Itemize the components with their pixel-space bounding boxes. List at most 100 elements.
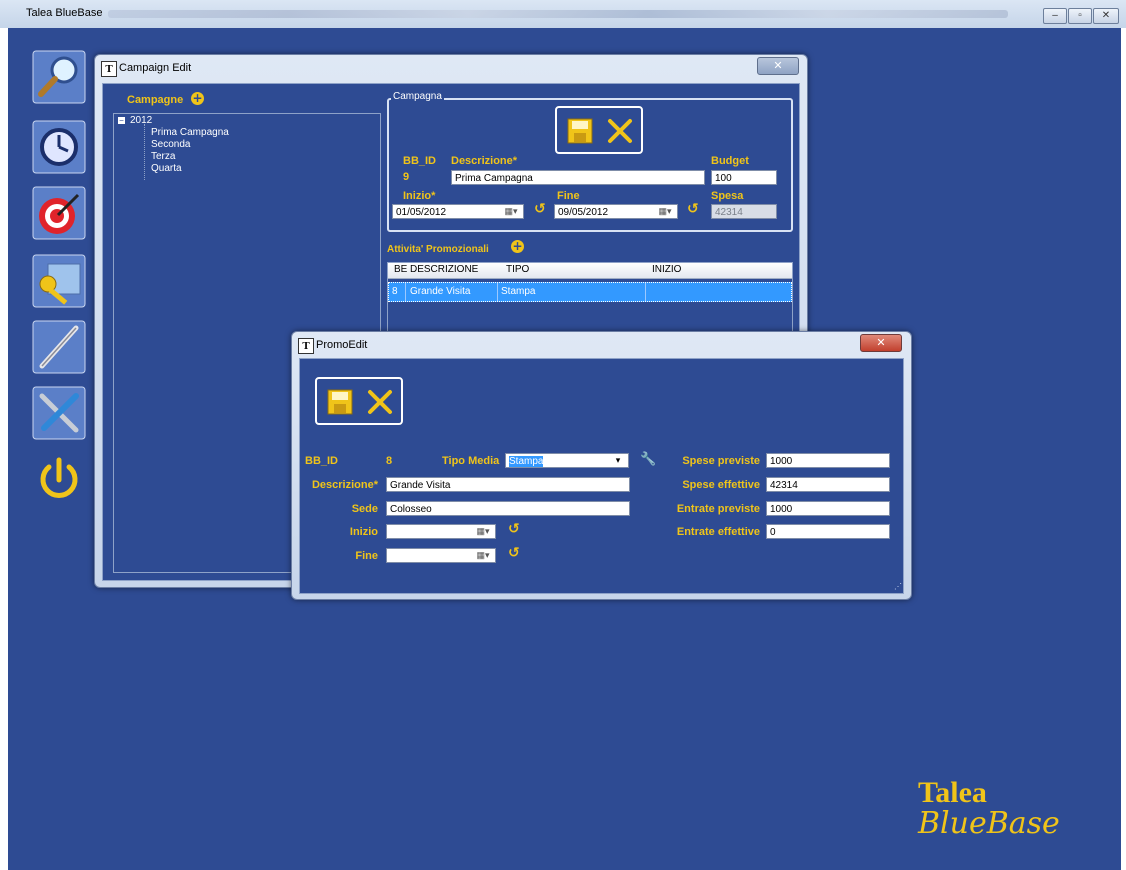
sede-label: Sede	[351, 503, 378, 515]
row-id: 8	[392, 286, 398, 297]
save-icon[interactable]	[567, 118, 593, 144]
tree-item[interactable]: Terza	[151, 151, 175, 162]
fine-label: Fine	[557, 190, 580, 202]
sede-input[interactable]: Colosseo	[386, 501, 630, 516]
target-icon[interactable]	[32, 186, 86, 240]
collapse-icon[interactable]: −	[118, 117, 125, 125]
descrizione-input[interactable]: Prima Campagna	[451, 170, 705, 185]
add-campagna-button[interactable]: +	[191, 92, 204, 105]
minimize-button[interactable]: –	[1043, 8, 1067, 24]
column-header[interactable]: INIZIO	[652, 264, 681, 275]
promo-edit-window: T PromoEdit ✕ BB_ID 8 Tipo Media Stampa …	[291, 331, 912, 600]
resize-grip-icon[interactable]: ⋰	[894, 582, 902, 591]
save-icon[interactable]	[327, 389, 353, 415]
spese-effettive-input[interactable]: 42314	[766, 477, 890, 492]
inizio-label: Inizio	[349, 526, 378, 538]
column-header[interactable]: DESCRIZIONE	[410, 264, 478, 275]
calendar-dropdown-icon[interactable]: ▦▾	[501, 205, 521, 218]
descrizione-input[interactable]: Grande Visita	[386, 477, 630, 492]
row-tipo: Stampa	[501, 286, 536, 297]
inizio-date-field[interactable]: 01/05/2012 ▦▾	[392, 204, 524, 219]
desktop-area: Talea BlueBase T Campaign Edit ✕ Campagn…	[8, 28, 1121, 870]
promo-edit-client: BB_ID 8 Tipo Media Stampa ▾ 🔧 Descrizion…	[299, 358, 904, 594]
reset-inizio-icon[interactable]: ↺	[534, 201, 546, 217]
campagna-group: Campagna BB_ID 9 Descrizione* Prima Camp…	[387, 91, 793, 232]
save-cancel-box	[315, 377, 403, 425]
app-title: Talea BlueBase	[26, 7, 103, 19]
spese-effettive-label: Spese effettive	[682, 479, 760, 491]
tools-icon[interactable]	[32, 386, 86, 440]
calendar-dropdown-icon[interactable]: ▦▾	[473, 549, 493, 562]
tipo-media-select[interactable]: Stampa ▾	[505, 453, 629, 468]
spesa-label: Spesa	[711, 190, 744, 202]
campagne-label: Campagne	[127, 94, 184, 106]
inizio-date-field[interactable]: ▦▾	[386, 524, 496, 539]
window-app-icon: T	[101, 61, 117, 77]
inizio-date-value: 01/05/2012	[396, 207, 447, 218]
close-button[interactable]: ✕	[757, 57, 799, 75]
row-descrizione: Grande Visita	[410, 286, 471, 297]
entrate-previste-label: Entrate previste	[676, 503, 760, 515]
grid-header: BE DESCRIZIONE TIPO INIZIO	[388, 263, 792, 279]
column-header[interactable]: BE	[394, 264, 407, 275]
search-icon[interactable]	[32, 50, 86, 104]
tree-year[interactable]: 2012	[130, 115, 152, 126]
descrizione-label: Descrizione*	[311, 479, 378, 491]
talea-logo: Talea BlueBase	[918, 776, 1060, 841]
tree-item[interactable]: Seconda	[151, 139, 190, 150]
title-bar: Talea BlueBase – ▫ ✕	[0, 0, 1126, 28]
bb-id-value: 9	[403, 171, 410, 183]
wrench-icon[interactable]: 🔧	[640, 451, 656, 467]
bb-id-label: BB_ID	[403, 155, 437, 167]
logo-line1: Talea	[918, 776, 987, 809]
add-attivita-button[interactable]: +	[511, 240, 524, 253]
tipo-media-label: Tipo Media	[442, 455, 500, 467]
pen-icon[interactable]	[32, 320, 86, 374]
clock-icon[interactable]	[32, 120, 86, 174]
keys-folder-icon[interactable]	[32, 254, 86, 308]
window-title: PromoEdit	[316, 339, 368, 351]
logo-line2: BlueBase	[918, 806, 1060, 841]
cancel-icon[interactable]	[607, 117, 633, 145]
fine-date-field[interactable]: ▦▾	[386, 548, 496, 563]
entrate-previste-input[interactable]: 1000	[766, 501, 890, 516]
fine-date-value: 09/05/2012	[558, 207, 609, 218]
budget-label: Budget	[711, 155, 749, 167]
tree-item[interactable]: Prima Campagna	[151, 127, 229, 138]
reset-fine-icon[interactable]: ↺	[508, 545, 520, 561]
table-row[interactable]: 8 Grande Visita Stampa	[388, 282, 792, 302]
tree-line	[144, 124, 146, 180]
bb-id-label: BB_ID	[305, 455, 339, 467]
maximize-button[interactable]: ▫	[1068, 8, 1092, 24]
app-window: Talea BlueBase – ▫ ✕ Talea BlueBase T Ca…	[0, 0, 1126, 870]
spese-previste-input[interactable]: 1000	[766, 453, 890, 468]
window-title: Campaign Edit	[119, 62, 192, 74]
campagna-group-label: Campagna	[391, 91, 444, 102]
power-icon[interactable]	[32, 452, 86, 506]
blurred-title-strip	[108, 10, 1008, 18]
spese-previste-label: Spese previste	[682, 455, 760, 467]
tree-item[interactable]: Quarta	[151, 163, 182, 174]
save-cancel-box	[555, 106, 643, 154]
close-app-button[interactable]: ✕	[1093, 8, 1119, 24]
column-header[interactable]: TIPO	[506, 264, 529, 275]
entrate-effettive-input[interactable]: 0	[766, 524, 890, 539]
reset-fine-icon[interactable]: ↺	[687, 201, 699, 217]
spesa-input: 42314	[711, 204, 777, 219]
descrizione-label: Descrizione*	[451, 155, 518, 167]
close-button[interactable]: ✕	[860, 334, 902, 352]
attivita-label: Attivita' Promozionali	[387, 244, 489, 255]
calendar-dropdown-icon[interactable]: ▦▾	[473, 525, 493, 538]
window-app-icon: T	[298, 338, 314, 354]
chevron-down-icon[interactable]: ▾	[608, 454, 628, 467]
fine-label: Fine	[355, 550, 378, 562]
cancel-icon[interactable]	[367, 388, 393, 416]
budget-input[interactable]: 100	[711, 170, 777, 185]
bb-id-value: 8	[386, 455, 393, 467]
tipo-media-value: Stampa	[509, 456, 544, 467]
calendar-dropdown-icon[interactable]: ▦▾	[655, 205, 675, 218]
inizio-label: Inizio*	[403, 190, 436, 202]
fine-date-field[interactable]: 09/05/2012 ▦▾	[554, 204, 678, 219]
entrate-effettive-label: Entrate effettive	[676, 526, 760, 538]
reset-inizio-icon[interactable]: ↺	[508, 521, 520, 537]
